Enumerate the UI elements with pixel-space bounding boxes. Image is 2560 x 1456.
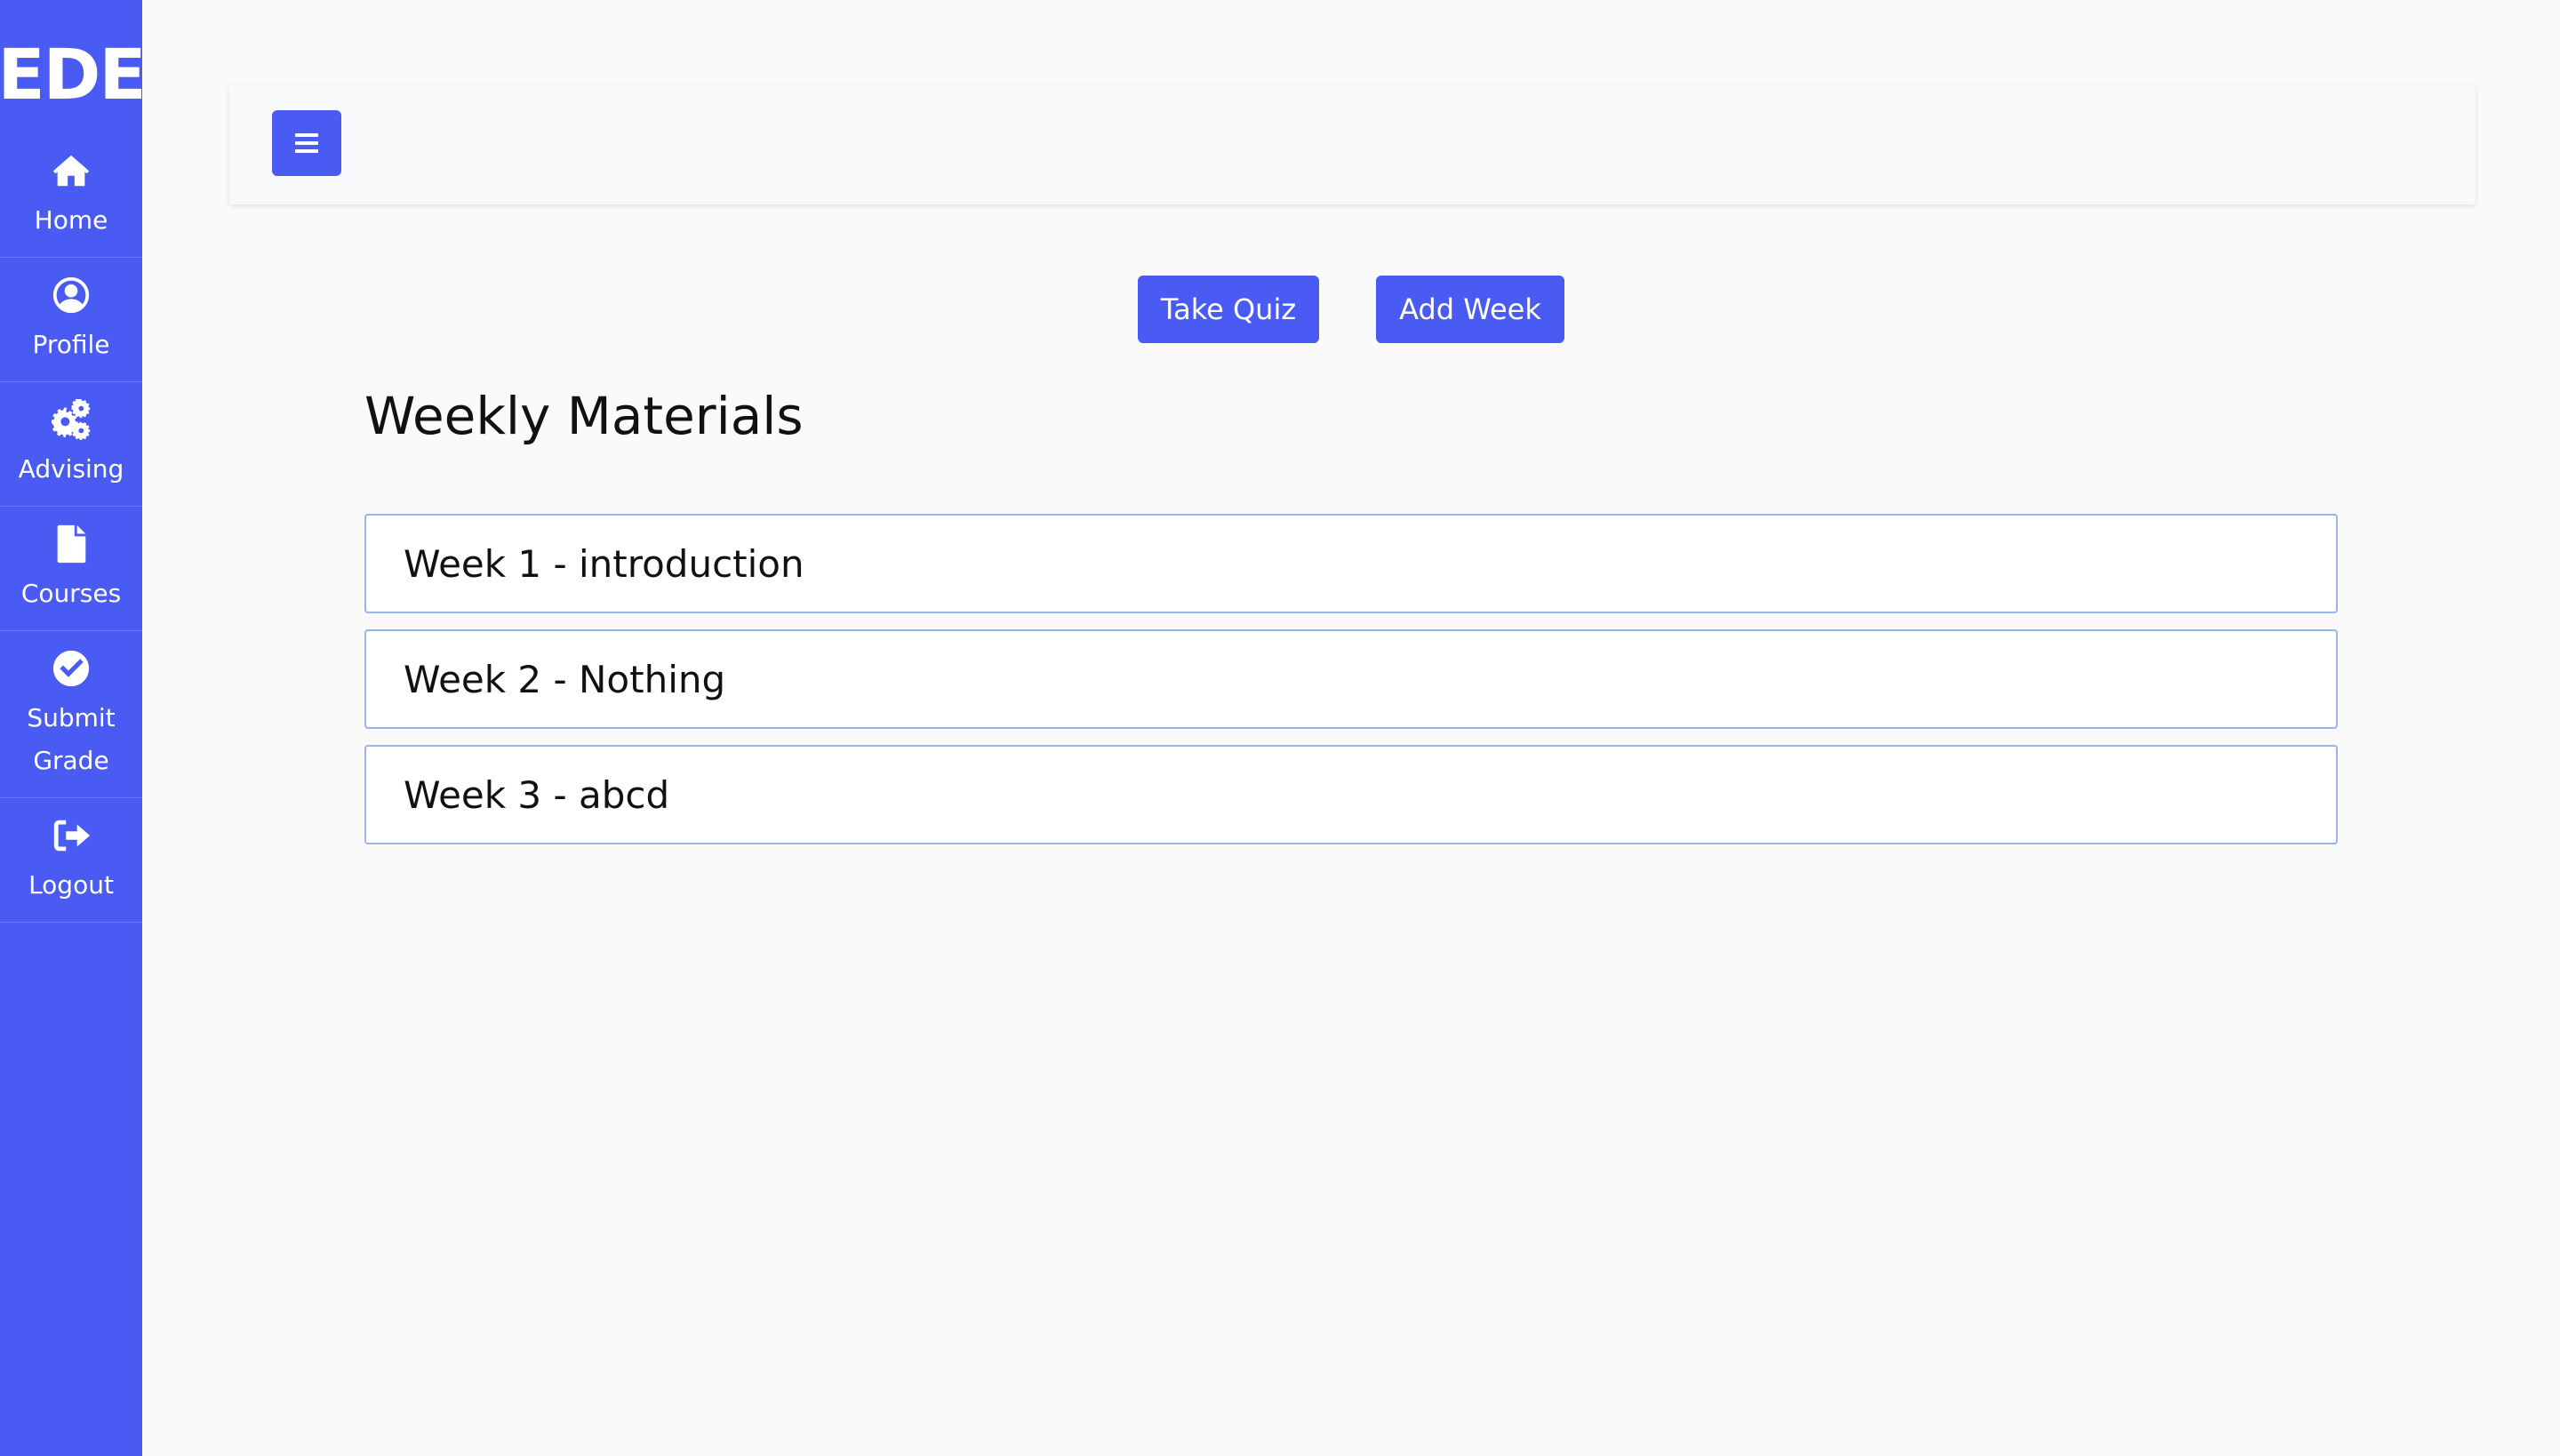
hamburger-icon bbox=[295, 129, 318, 157]
user-circle-icon bbox=[50, 274, 92, 316]
sidebar-item-label: Profile bbox=[32, 329, 110, 359]
week-item-1[interactable]: Week 1 - introduction bbox=[364, 514, 2338, 613]
check-circle-icon bbox=[50, 647, 92, 690]
gears-icon bbox=[50, 398, 92, 441]
sidebar: EDE Home Profile Advising Courses Submit… bbox=[0, 0, 147, 1456]
sidebar-item-label: Advising bbox=[18, 453, 124, 484]
sidebar-item-advising[interactable]: Advising bbox=[0, 382, 142, 507]
app-logo[interactable]: EDE bbox=[0, 0, 147, 133]
weeks-list: Week 1 - introduction Week 2 - Nothing W… bbox=[364, 514, 2338, 860]
sidebar-item-label: Logout bbox=[28, 869, 114, 900]
sidebar-item-label-line1: Submit bbox=[27, 702, 116, 732]
home-icon bbox=[50, 149, 92, 192]
top-navbar bbox=[229, 85, 2476, 204]
file-icon bbox=[50, 523, 92, 565]
sidebar-toggle-button[interactable] bbox=[272, 110, 341, 176]
take-quiz-button[interactable]: Take Quiz bbox=[1138, 276, 1319, 343]
sidebar-item-submit-grade[interactable]: Submit Grade bbox=[0, 631, 142, 798]
add-week-button[interactable]: Add Week bbox=[1376, 276, 1564, 343]
sidebar-item-logout[interactable]: Logout bbox=[0, 798, 142, 923]
week-item-2[interactable]: Week 2 - Nothing bbox=[364, 629, 2338, 729]
sign-out-icon bbox=[50, 814, 92, 857]
sidebar-item-label-line2: Grade bbox=[33, 745, 109, 775]
sidebar-item-profile[interactable]: Profile bbox=[0, 258, 142, 382]
week-item-3[interactable]: Week 3 - abcd bbox=[364, 745, 2338, 844]
page-title: Weekly Materials bbox=[364, 386, 804, 446]
sidebar-item-courses[interactable]: Courses bbox=[0, 507, 142, 631]
sidebar-item-label: Courses bbox=[20, 578, 122, 608]
sidebar-item-home[interactable]: Home bbox=[0, 133, 142, 258]
sidebar-item-label: Home bbox=[34, 204, 108, 235]
